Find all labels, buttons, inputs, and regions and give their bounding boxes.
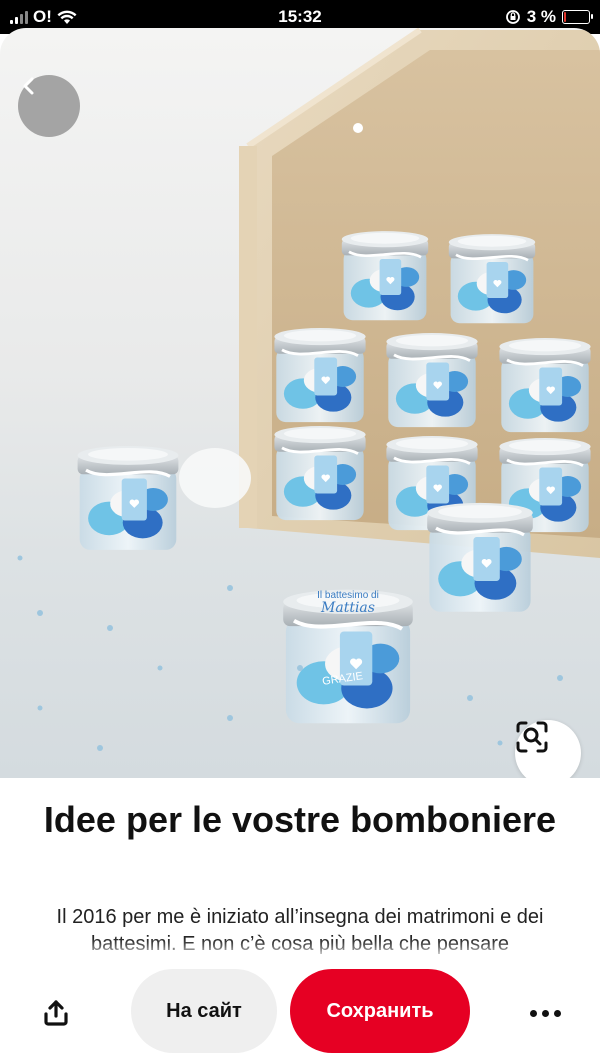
more-button[interactable]	[522, 993, 568, 1033]
pin-photo: Il battesimo di Mattias GRAZIE	[17, 28, 600, 751]
visual-search-icon	[516, 721, 548, 753]
visit-site-button[interactable]: На сайт	[131, 969, 277, 1053]
back-button[interactable]	[18, 75, 80, 137]
battery-icon	[562, 10, 593, 24]
jar-label-name: Mattias	[320, 600, 375, 616]
status-right: 3 %	[505, 7, 593, 27]
orientation-lock-icon	[505, 10, 520, 24]
pin-title: Idee per le vostre bomboniere	[43, 799, 557, 840]
pin-image[interactable]: Il battesimo di Mattias GRAZIE	[0, 28, 600, 778]
chevron-left-icon	[23, 77, 34, 95]
battery-level	[564, 12, 566, 22]
battery-percent: 3 %	[526, 7, 556, 26]
visual-search-button[interactable]	[515, 720, 581, 778]
action-bar: На сайт Сохранить	[0, 955, 600, 1064]
more-icon	[529, 1009, 537, 1017]
pin-description: Il 2016 per me è iniziato all’insegna de…	[56, 906, 544, 955]
share-icon	[44, 1000, 68, 1026]
more-icon-dot	[553, 1009, 561, 1017]
more-icon-dot	[541, 1009, 549, 1017]
save-button[interactable]: Сохранить	[290, 969, 470, 1053]
share-button[interactable]	[36, 993, 76, 1033]
